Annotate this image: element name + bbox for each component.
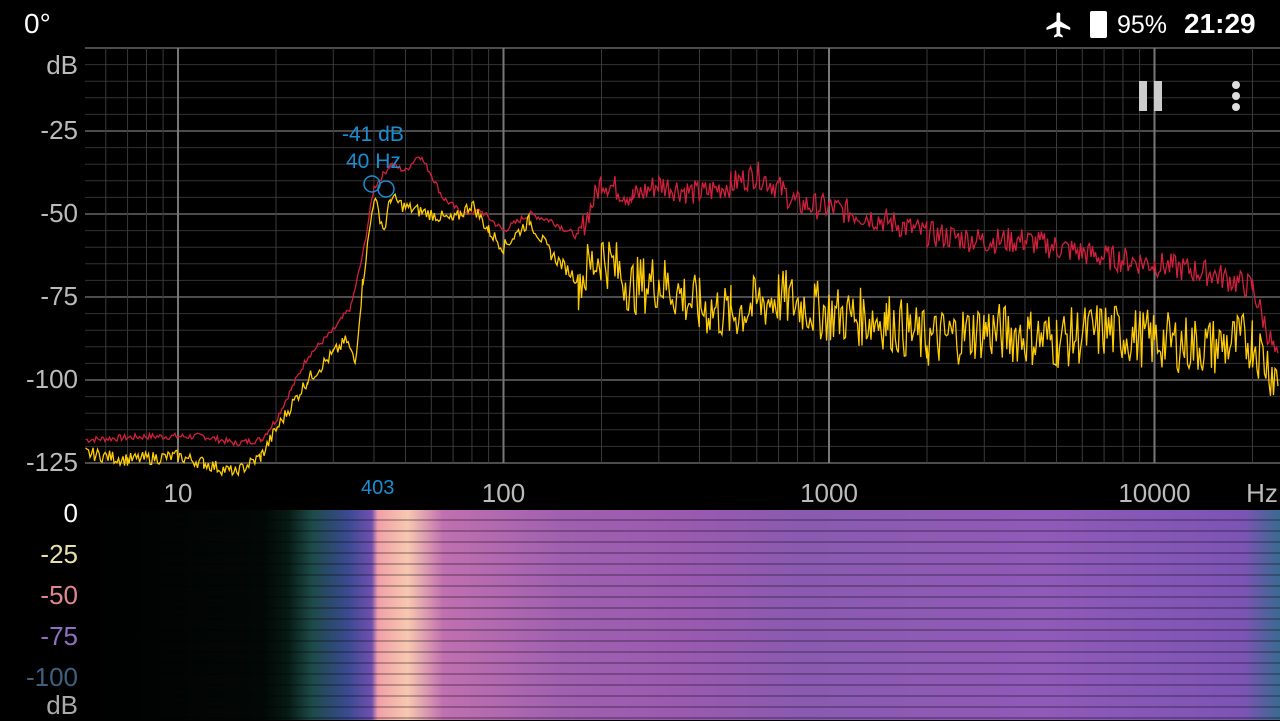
x-tick-label: 10000 bbox=[1118, 478, 1191, 508]
spectrogram-scale-label: -25 bbox=[40, 539, 78, 569]
pause-icon-bar bbox=[1154, 81, 1162, 111]
spectrogram-scale-label: 0 bbox=[63, 498, 78, 528]
peak-freq-readout: 40 Hz bbox=[346, 150, 401, 173]
spectrogram-unit: dB bbox=[46, 690, 78, 720]
airplane-icon bbox=[1046, 12, 1071, 38]
pause-icon bbox=[1139, 81, 1147, 111]
y-tick-label: -50 bbox=[40, 198, 78, 228]
more-options-button[interactable] bbox=[1226, 80, 1246, 114]
battery-percent: 95% bbox=[1117, 11, 1168, 39]
y-tick-label: -25 bbox=[40, 115, 78, 145]
spectrogram[interactable] bbox=[85, 510, 1280, 720]
status-bar: 0° 95% 21:29 bbox=[0, 0, 1280, 48]
x-axis-unit: Hz bbox=[1246, 478, 1278, 508]
y-axis-unit: dB bbox=[46, 50, 78, 80]
cursor-freq-label: 403 bbox=[361, 477, 395, 499]
orientation-readout: 0° bbox=[24, 8, 51, 39]
x-tick-label: 1000 bbox=[800, 478, 858, 508]
series-current bbox=[85, 192, 1279, 477]
spectrogram-scale-label: -50 bbox=[40, 580, 78, 610]
battery-icon bbox=[1090, 11, 1107, 38]
x-tick-label: 100 bbox=[481, 478, 526, 508]
peak-marker-2 bbox=[377, 180, 395, 198]
clock: 21:29 bbox=[1184, 8, 1256, 39]
spectrogram-scale-label: -75 bbox=[40, 621, 78, 651]
more-vert-icon bbox=[1232, 81, 1240, 111]
peak-level-readout: -41 dB bbox=[342, 123, 404, 146]
y-tick-label: -125 bbox=[25, 447, 78, 477]
pause-button[interactable] bbox=[1139, 81, 1165, 111]
x-tick-label: 10 bbox=[163, 478, 193, 508]
y-tick-label: -100 bbox=[25, 364, 78, 394]
spectrogram-scale-label: -100 bbox=[25, 662, 78, 692]
spectrum-chart[interactable] bbox=[0, 0, 1280, 510]
y-tick-label: -75 bbox=[40, 281, 78, 311]
